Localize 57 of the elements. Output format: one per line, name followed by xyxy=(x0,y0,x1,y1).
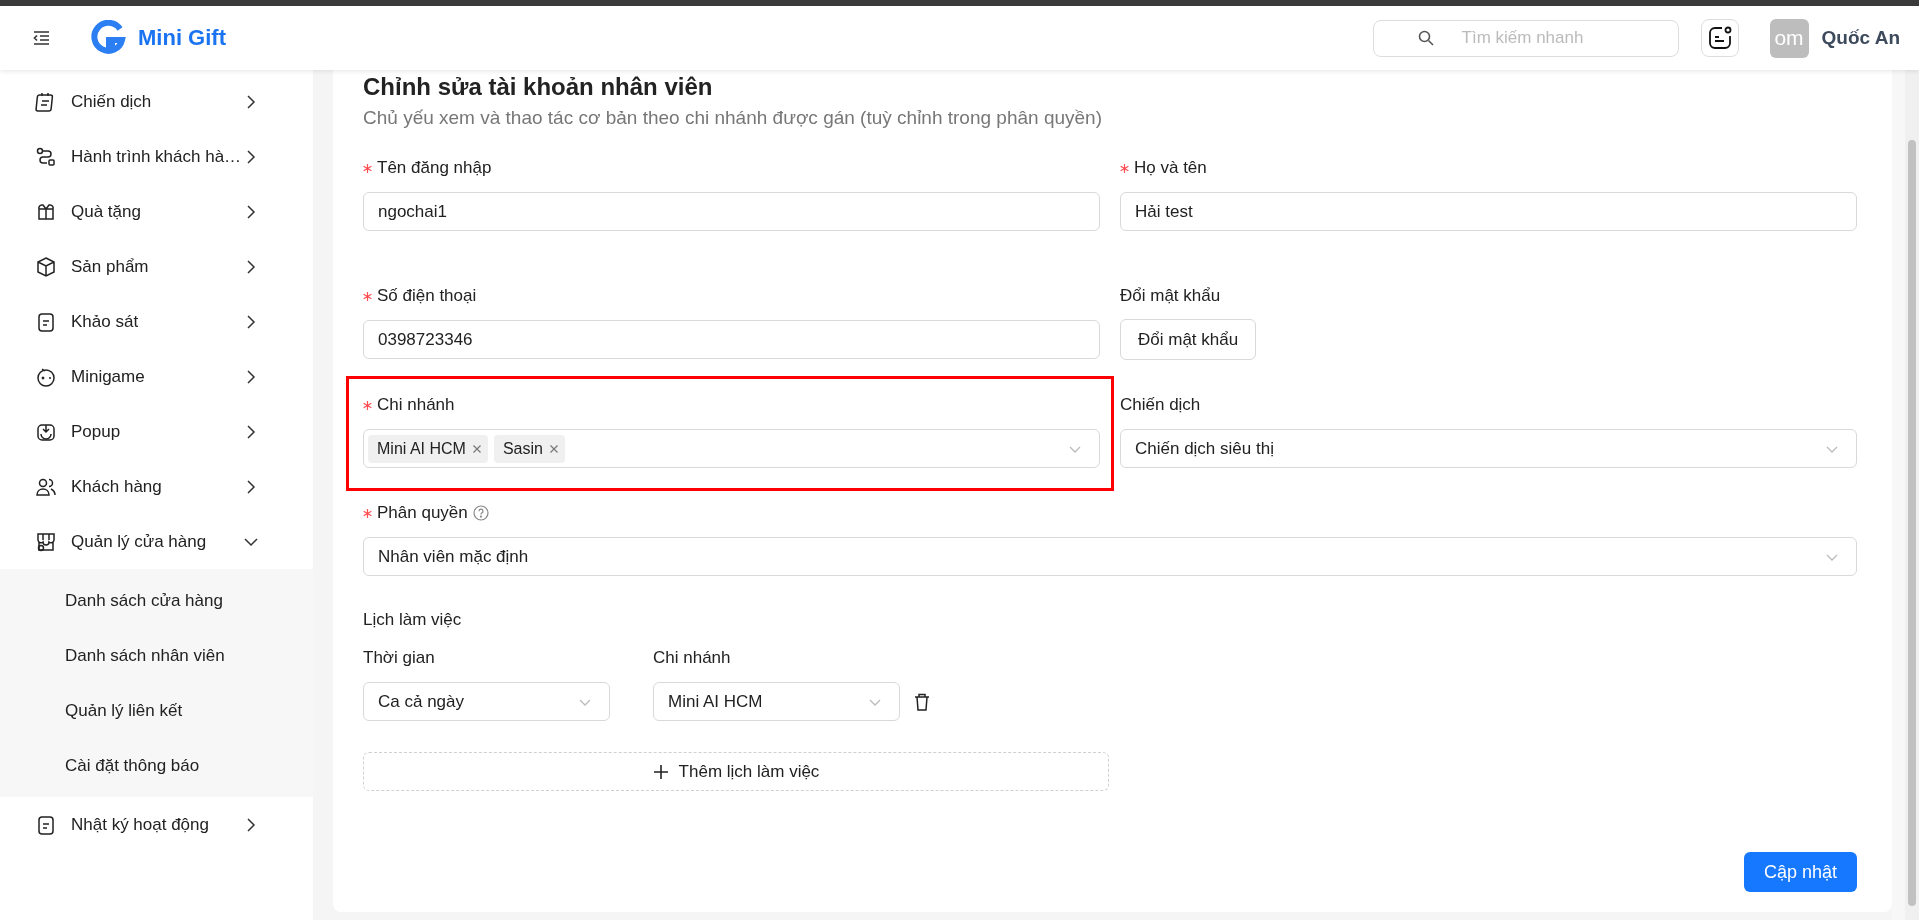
document-icon xyxy=(35,310,57,333)
tag: Mini AI HCM xyxy=(368,434,488,463)
select-field[interactable]: Nhân viên mặc định xyxy=(363,537,1857,576)
notification-button[interactable] xyxy=(1700,19,1739,57)
submenu-item[interactable]: Danh sách nhân viên xyxy=(0,628,313,683)
update-button[interactable]: Cập nhật xyxy=(1743,852,1857,892)
field-label: Phân quyền xyxy=(377,503,468,523)
add-schedule-button[interactable]: Thêm lịch làm việc xyxy=(363,752,1109,791)
select-field[interactable]: Mini AI HCM xyxy=(653,682,900,721)
close-icon[interactable] xyxy=(548,443,559,454)
text-field[interactable]: 0398723346 xyxy=(363,320,1100,359)
select-field[interactable]: Ca cả ngày xyxy=(363,682,610,721)
sidebar-item[interactable]: Quản lý cửa hàng xyxy=(0,514,313,569)
field-label: Số điện thoại xyxy=(377,286,477,306)
select-field[interactable]: Chiến dịch siêu thị xyxy=(1120,429,1857,468)
multi-select-field[interactable]: Mini AI HCM Sasin xyxy=(363,429,1100,468)
sidebar-item[interactable]: Popup xyxy=(0,404,313,459)
scrollbar[interactable] xyxy=(1905,70,1919,920)
sidebar-item[interactable]: Quà tặng xyxy=(0,184,313,239)
text-field[interactable]: Hải test xyxy=(1120,192,1857,231)
change-password-button[interactable]: Đổi mật khẩu xyxy=(1120,319,1257,360)
text-field[interactable]: ngochai1 xyxy=(363,192,1100,231)
field-label: Chi nhánh xyxy=(653,647,731,669)
page-subtitle: Chủ yếu xem và thao tác cơ bản theo chi nhánh được gán (tuỳ chỉnh trong phân quyền) xyxy=(363,106,1103,130)
sidebar-item[interactable]: Hành trình khách hà… xyxy=(0,129,313,184)
logo-icon xyxy=(90,20,126,56)
message-icon xyxy=(1706,25,1733,51)
field-label: Đổi mật khẩu xyxy=(1120,286,1221,306)
plus-icon xyxy=(652,763,669,780)
tag: Sasin xyxy=(493,434,565,463)
field-label: Chiến dịch xyxy=(1120,395,1201,415)
box-icon xyxy=(35,255,57,278)
search-icon xyxy=(1417,30,1434,46)
store-icon xyxy=(35,530,57,553)
field-label: Thời gian xyxy=(363,647,436,669)
trash-icon[interactable] xyxy=(914,692,930,711)
document-icon xyxy=(35,813,57,836)
sidebar-item[interactable]: Khách hàng xyxy=(0,459,313,514)
field-label: Họ và tên xyxy=(1134,158,1207,178)
sidebar-item[interactable]: Sản phẩm xyxy=(0,239,313,294)
sidebar-item[interactable]: Chiến dịch xyxy=(0,74,313,129)
sidebar-item[interactable]: Khảo sát xyxy=(0,294,313,349)
submenu-item[interactable]: Quản lý liên kết xyxy=(0,683,313,738)
route-icon xyxy=(35,145,57,168)
page-title: Chỉnh sửa tài khoản nhân viên xyxy=(363,72,714,102)
sidebar-item[interactable]: Nhật ký hoạt động xyxy=(0,797,313,852)
menu-icon[interactable] xyxy=(33,31,50,45)
section-title: Lịch làm việc xyxy=(363,609,463,631)
user-name[interactable]: Quốc An xyxy=(1821,27,1900,49)
submenu-item[interactable]: Cài đặt thông báo xyxy=(0,738,313,793)
help-icon[interactable] xyxy=(472,505,489,521)
field-label: Tên đăng nhập xyxy=(377,158,492,178)
submenu-item[interactable]: Danh sách cửa hàng xyxy=(0,573,313,628)
sidebar-item[interactable]: Minigame xyxy=(0,349,313,404)
brand-name: Mini Gift xyxy=(138,25,226,51)
close-icon[interactable] xyxy=(471,443,482,454)
field-label: Chi nhánh xyxy=(377,395,455,415)
